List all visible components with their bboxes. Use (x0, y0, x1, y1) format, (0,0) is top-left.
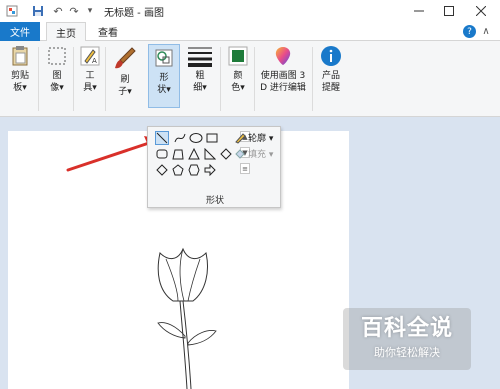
brush-icon (112, 45, 138, 71)
ribbon-divider (254, 47, 255, 111)
rounded-rectangle-shape-button[interactable] (155, 147, 169, 161)
collapse-ribbon-icon[interactable]: ∧ (480, 25, 492, 37)
line-size-icon (186, 45, 214, 67)
shapes-dropdown: ▲ ▼ ≡ 轮廓 ▾ 填充 ▾ 形状 (147, 126, 281, 208)
curve-shape-button[interactable] (173, 131, 187, 145)
paint3d-label: 使用画图 3 D 进行编辑 (260, 71, 306, 93)
size-button[interactable]: 粗 细▾ (184, 45, 216, 94)
fill-label: 填充 ▾ (248, 150, 274, 160)
triangle-shape-button[interactable] (187, 147, 201, 161)
watermark: 百科全说 助你轻松解决 (343, 308, 471, 370)
window-title: 无标题 - 画图 (104, 8, 164, 19)
pentagon-shape-button[interactable] (171, 163, 185, 177)
shapes-icon (153, 47, 175, 69)
tab-file[interactable]: 文件 (0, 22, 40, 41)
diamond-small-shape-button[interactable] (155, 163, 169, 177)
oval-shape-button[interactable] (189, 131, 203, 145)
right-triangle-shape-button[interactable] (203, 147, 217, 161)
tab-view[interactable]: 查看 (90, 22, 126, 41)
product-alert-label: 产品 提醒 (321, 71, 340, 93)
paint3d-button[interactable]: 使用画图 3 D 进行编辑 (256, 45, 310, 94)
undo-button[interactable]: ↶ (50, 4, 66, 18)
help-icon[interactable]: ? (463, 25, 476, 38)
brushes-button[interactable]: 刷 子▾ (110, 45, 140, 98)
ribbon-divider (312, 47, 313, 111)
line-shape-button[interactable] (155, 131, 169, 145)
ribbon-tab-bar: 文件 主页 查看 ? ∧ (0, 22, 500, 42)
outline-button[interactable]: 轮廓 ▾ (234, 131, 273, 144)
maximize-button[interactable] (436, 2, 462, 20)
size-label: 粗 细▾ (193, 71, 207, 93)
rectangle-shape-button[interactable] (205, 131, 219, 145)
customize-quick-access-button[interactable]: ▾ (84, 4, 96, 18)
redo-button[interactable]: ↷ (66, 4, 82, 18)
ribbon-divider (73, 47, 74, 111)
polygon-shape-button[interactable] (171, 147, 185, 161)
fill-bucket-icon (235, 148, 245, 159)
ribbon: 剪贴 板▾ 图 像▾ A 工 具▾ 刷 子▾ 形 状▾ 粗 细▾ 颜 色▾ 使用… (0, 41, 500, 117)
paint3d-icon (272, 45, 294, 67)
close-button[interactable] (468, 2, 494, 20)
watermark-title: 百科全说 (360, 316, 453, 341)
colors-button[interactable]: 颜 色▾ (225, 45, 251, 94)
hexagon-shape-button[interactable] (187, 163, 201, 177)
outline-icon (235, 132, 246, 144)
clipboard-label: 剪贴 板▾ (10, 71, 29, 93)
tools-label: 工 具▾ (83, 71, 97, 93)
watermark-subtitle: 助你轻松解决 (374, 346, 440, 359)
image-label: 图 像▾ (50, 71, 64, 93)
colors-label: 颜 色▾ (231, 71, 245, 93)
shapes-group-label: 形状 (205, 196, 224, 206)
color-palette-icon (227, 45, 249, 67)
product-alert-button[interactable]: 产品 提醒 (316, 45, 346, 94)
image-button[interactable]: 图 像▾ (45, 45, 69, 94)
diamond-shape-button[interactable] (219, 147, 233, 161)
svg-text:A: A (92, 57, 97, 65)
shapes-label: 形 状▾ (157, 73, 171, 95)
select-icon (46, 45, 68, 67)
clipboard-icon (9, 45, 31, 67)
ribbon-divider (38, 47, 39, 111)
tab-home[interactable]: 主页 (46, 22, 86, 42)
shapes-button[interactable]: 形 状▾ (148, 44, 180, 108)
clipboard-button[interactable]: 剪贴 板▾ (6, 45, 34, 94)
info-icon (320, 45, 342, 67)
brushes-label: 刷 子▾ (118, 75, 132, 97)
fill-button[interactable]: 填充 ▾ (234, 147, 273, 160)
expand-shapes-button[interactable]: ≡ (240, 163, 250, 174)
save-icon[interactable] (30, 4, 46, 18)
ribbon-divider (220, 47, 221, 111)
pencil-tools-icon: A (79, 45, 101, 67)
ribbon-divider (105, 47, 106, 111)
minimize-button[interactable] (406, 2, 432, 20)
tools-button[interactable]: A 工 具▾ (78, 45, 102, 94)
title-bar: ↶ ↷ ▾ 无标题 - 画图 (0, 0, 500, 22)
paint-app-icon (4, 4, 20, 18)
outline-label: 轮廓 ▾ (248, 134, 274, 144)
arrow-right-shape-button[interactable] (203, 163, 217, 177)
